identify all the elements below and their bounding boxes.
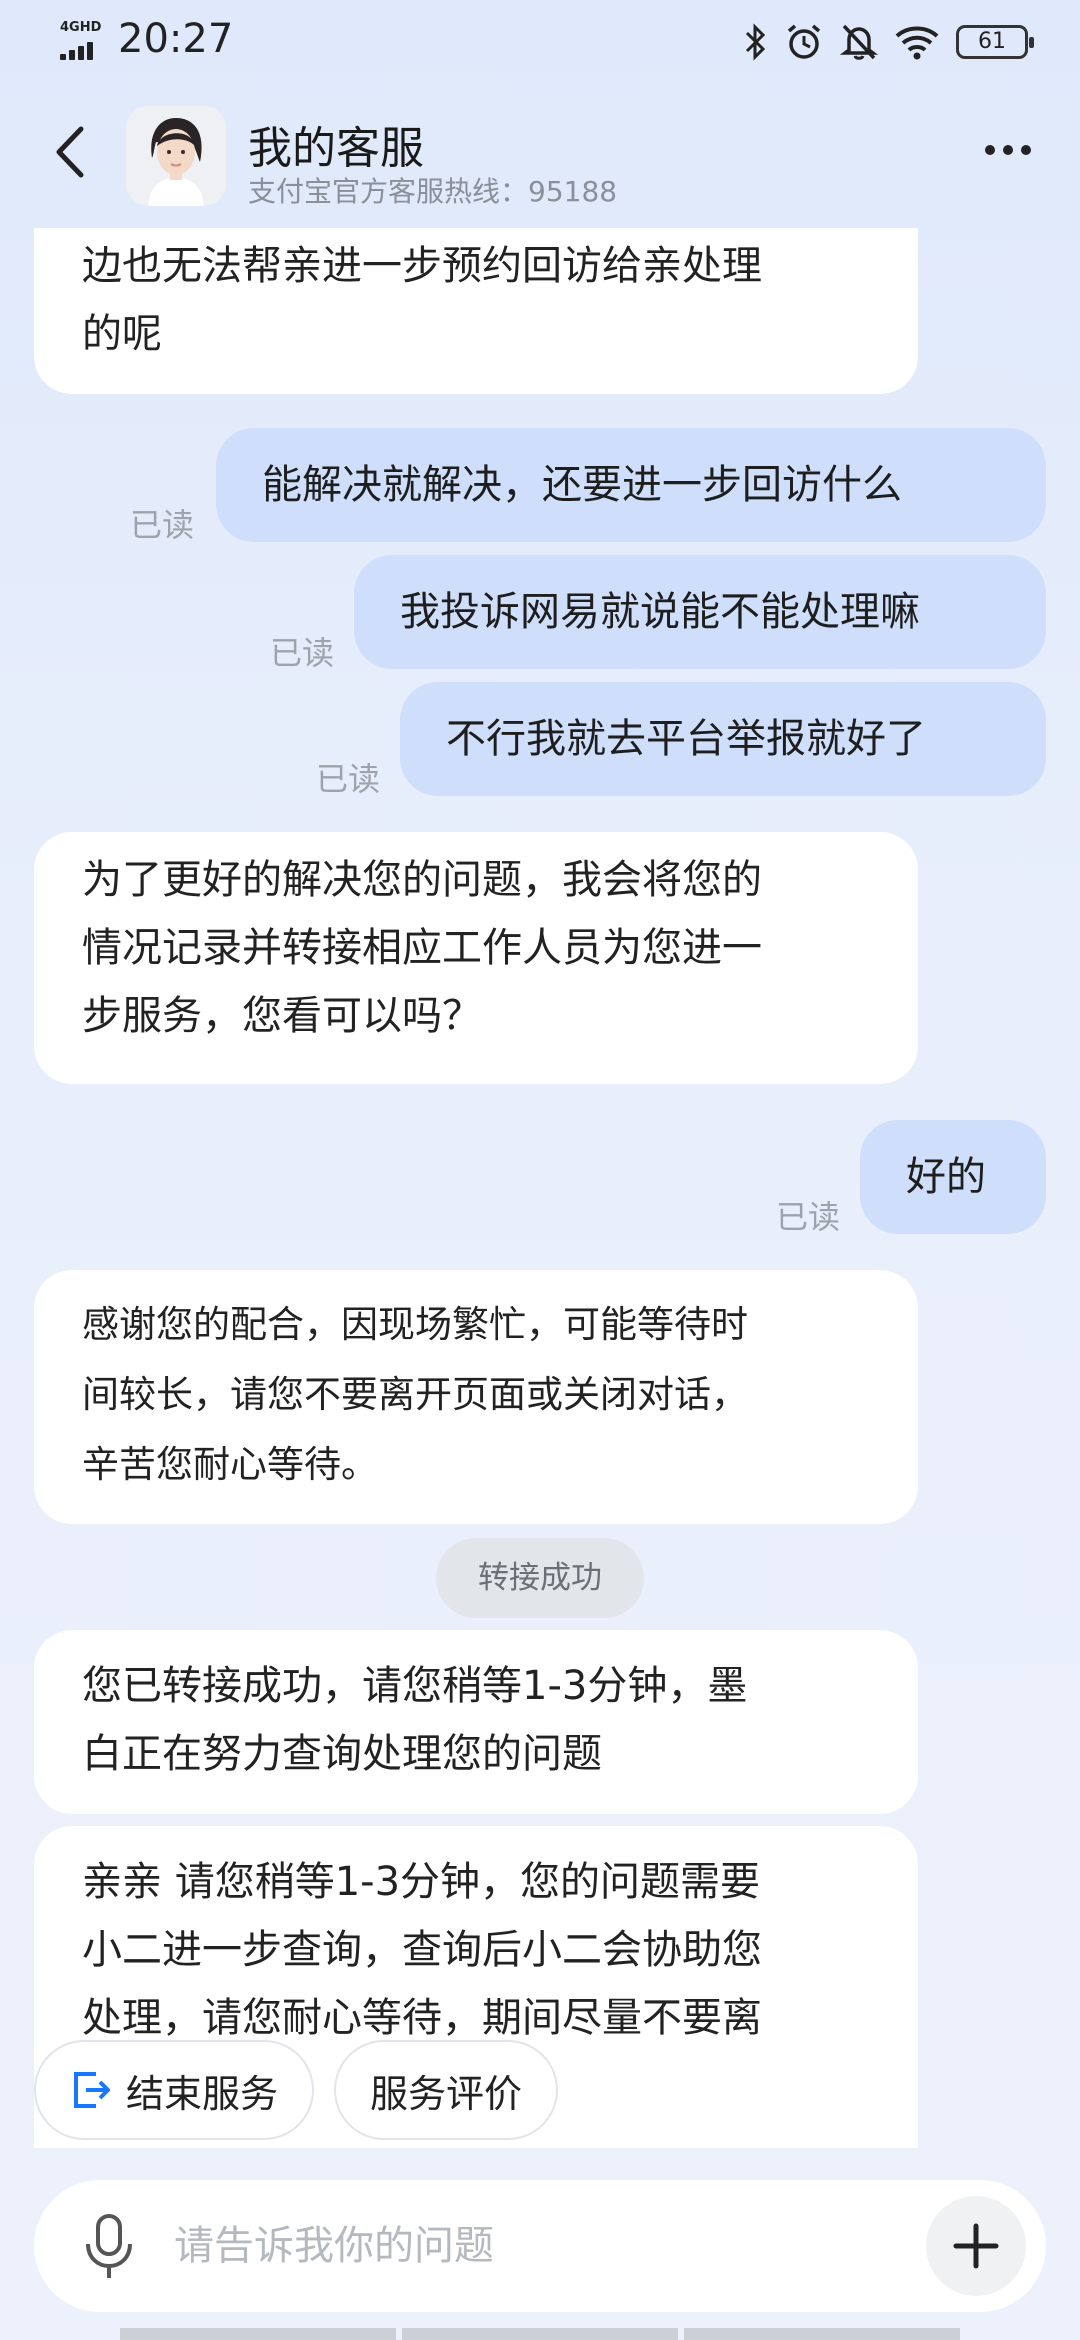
avatar[interactable] bbox=[126, 106, 226, 206]
message-input[interactable] bbox=[174, 2210, 934, 2282]
agent-avatar-illustration bbox=[126, 106, 226, 206]
message-text: 我投诉网易就说能不能处理嘛 bbox=[400, 589, 920, 635]
wifi-icon bbox=[895, 26, 939, 60]
mute-bell-icon bbox=[840, 24, 878, 60]
message-line: 间较长，请您不要离开页面或关闭对话， bbox=[82, 1373, 748, 1416]
message-line: 情况记录并转接相应工作人员为您进一 bbox=[82, 925, 762, 971]
more-button[interactable] bbox=[976, 130, 1040, 170]
page-title: 我的客服 bbox=[248, 123, 424, 174]
end-service-label: 结束服务 bbox=[126, 2071, 279, 2116]
agent-message[interactable]: 您已转接成功，请您稍等1-3分钟，墨 白正在努力查询处理您的问题 bbox=[34, 1630, 918, 1814]
user-message[interactable]: 好的 bbox=[860, 1120, 1046, 1234]
signal-icon bbox=[60, 40, 106, 60]
read-receipt: 已读 bbox=[130, 506, 195, 544]
read-receipt: 已读 bbox=[270, 634, 335, 672]
read-receipt: 已读 bbox=[776, 1198, 841, 1236]
agent-message[interactable]: 边也无法帮亲进一步预约回访给亲处理 的呢 bbox=[34, 228, 918, 394]
plus-icon bbox=[953, 2223, 999, 2269]
chat-screen: 4GHD 20:27 61 我的客服 支付宝官方客服热线：95188 边也无法帮… bbox=[0, 0, 1080, 2340]
more-dots-icon bbox=[985, 145, 1031, 155]
user-message[interactable]: 能解决就解决，还要进一步回访什么 bbox=[216, 428, 1046, 542]
exit-icon bbox=[74, 2072, 110, 2108]
status-bar: 4GHD 20:27 61 bbox=[0, 0, 1080, 84]
message-line: 辛苦您耐心等待。 bbox=[82, 1443, 378, 1486]
battery-level: 61 bbox=[978, 29, 1006, 54]
home-indicator[interactable] bbox=[120, 2328, 960, 2340]
agent-message[interactable]: 为了更好的解决您的问题，我会将您的 情况记录并转接相应工作人员为您进一 步服务，… bbox=[34, 832, 918, 1084]
network-label: 4GHD bbox=[60, 20, 102, 35]
message-text: 不行我就去平台举报就好了 bbox=[446, 716, 926, 762]
user-message[interactable]: 我投诉网易就说能不能处理嘛 bbox=[354, 555, 1046, 669]
message-text: 能解决就解决，还要进一步回访什么 bbox=[262, 462, 902, 508]
agent-message[interactable]: 感谢您的配合，因现场繁忙，可能等待时 间较长，请您不要离开页面或关闭对话， 辛苦… bbox=[34, 1270, 918, 1524]
rate-service-button[interactable]: 服务评价 bbox=[334, 2040, 559, 2140]
message-line: 您已转接成功，请您稍等1-3分钟，墨 bbox=[82, 1663, 748, 1709]
message-line: 边也无法帮亲进一步预约回访给亲处理 bbox=[82, 243, 762, 289]
hotline-subtitle: 支付宝官方客服热线：95188 bbox=[248, 175, 618, 208]
status-icons: 61 bbox=[744, 18, 1034, 66]
back-arrow-icon bbox=[56, 126, 84, 178]
input-bar bbox=[34, 2180, 1046, 2312]
user-message[interactable]: 不行我就去平台举报就好了 bbox=[400, 682, 1046, 796]
end-service-button[interactable]: 结束服务 bbox=[34, 2040, 315, 2140]
bluetooth-icon bbox=[745, 23, 766, 61]
message-line: 感谢您的配合，因现场繁忙，可能等待时 bbox=[82, 1303, 748, 1346]
microphone-icon bbox=[86, 2214, 132, 2278]
status-time: 20:27 bbox=[118, 16, 234, 62]
chat-header: 我的客服 支付宝官方客服热线：95188 bbox=[0, 96, 1080, 216]
message-line: 小二进一步查询，查询后小二会协助您 bbox=[82, 1927, 762, 1973]
add-attachment-button[interactable] bbox=[926, 2196, 1026, 2296]
read-receipt: 已读 bbox=[316, 760, 381, 798]
alarm-icon bbox=[787, 24, 821, 59]
message-line: 亲亲 请您稍等1-3分钟，您的问题需要 bbox=[82, 1859, 761, 1905]
transfer-status-tag: 转接成功 bbox=[436, 1538, 644, 1618]
message-list[interactable]: 边也无法帮亲进一步预约回访给亲处理 的呢 已读 能解决就解决，还要进一步回访什么… bbox=[0, 228, 1080, 2148]
message-line: 步服务，您看可以吗？ bbox=[82, 993, 482, 1039]
voice-button[interactable] bbox=[74, 2210, 144, 2284]
quick-actions: 结束服务 服务评价 bbox=[34, 2040, 559, 2140]
network-indicator: 4GHD bbox=[60, 20, 106, 60]
back-button[interactable] bbox=[40, 120, 100, 184]
message-line: 的呢 bbox=[82, 311, 162, 357]
message-text: 好的 bbox=[906, 1154, 986, 1200]
message-line: 为了更好的解决您的问题，我会将您的 bbox=[82, 857, 762, 903]
battery-icon: 61 bbox=[956, 25, 1034, 59]
rate-service-label: 服务评价 bbox=[370, 2071, 523, 2116]
message-line: 白正在努力查询处理您的问题 bbox=[82, 1731, 602, 1777]
